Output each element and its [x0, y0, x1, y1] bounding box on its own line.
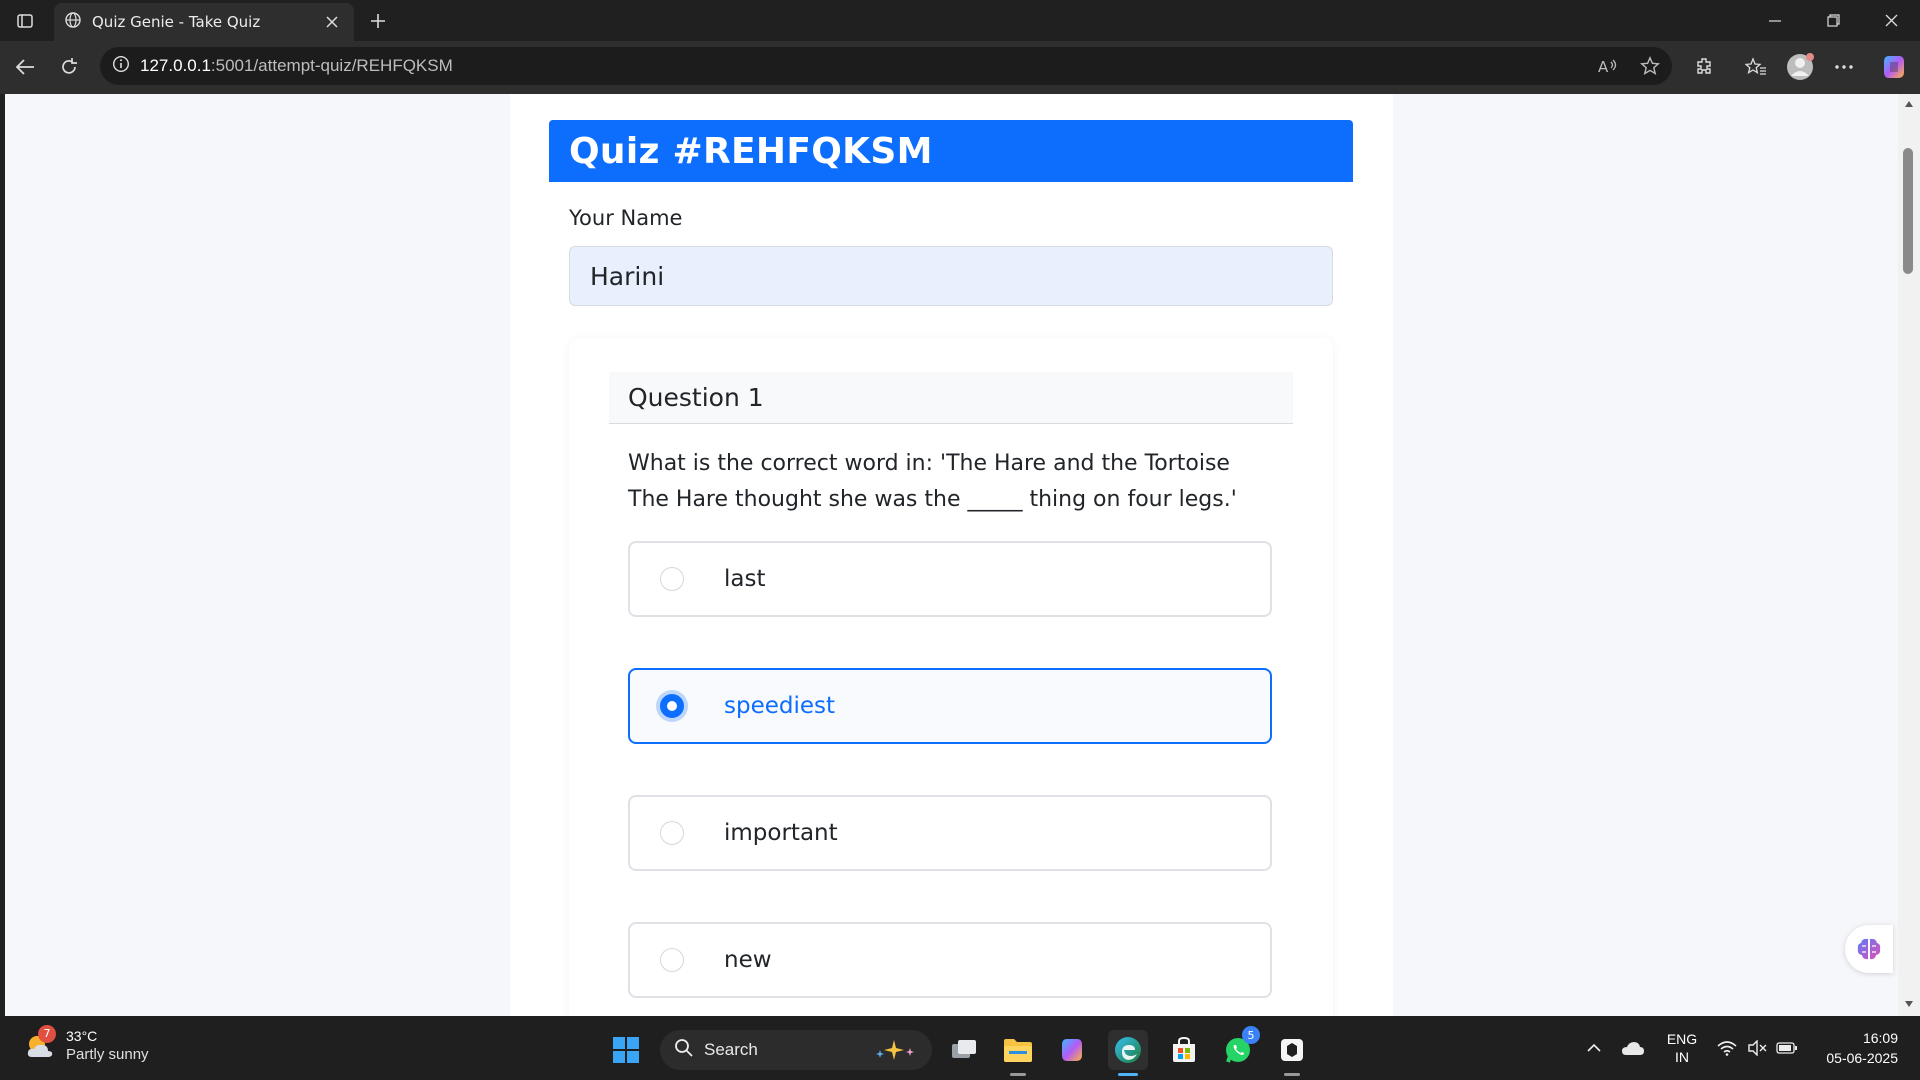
whatsapp-badge: 5 [1242, 1026, 1260, 1044]
option-new[interactable]: new [628, 922, 1272, 998]
region-code: IN [1675, 1049, 1689, 1065]
new-tab-button[interactable] [362, 6, 394, 36]
browser-tab-bar: Quiz Genie - Take Quiz [0, 0, 1920, 41]
brain-assistant-icon[interactable] [1845, 925, 1893, 973]
weather-badge: 7 [38, 1024, 56, 1043]
url-text: 127.0.0.1:5001/attempt-quiz/REHFQKSM [140, 56, 453, 75]
speaker-muted-icon[interactable] [1744, 1016, 1770, 1080]
site-info-icon[interactable] [112, 55, 130, 77]
browser-tab-active[interactable]: Quiz Genie - Take Quiz [54, 3, 354, 41]
microsoft-store-icon[interactable] [1164, 1030, 1204, 1070]
running-indicator [1010, 1073, 1026, 1076]
restore-icon[interactable] [1804, 0, 1862, 41]
globe-icon [64, 11, 82, 33]
windows-taskbar: 7 33°C Partly sunny Search 5 ENG IN 16:0… [0, 1016, 1920, 1080]
radio-dot [667, 701, 677, 711]
radio-button[interactable] [660, 821, 684, 845]
language-code: ENG [1666, 1031, 1698, 1047]
file-explorer-icon[interactable] [998, 1030, 1038, 1076]
app-cube-icon[interactable] [1272, 1030, 1312, 1076]
language-indicator[interactable]: ENG IN [1664, 1016, 1700, 1080]
whatsapp-icon[interactable]: 5 [1218, 1026, 1260, 1070]
copilot-app-icon[interactable] [1052, 1030, 1092, 1070]
radio-button-checked[interactable] [660, 694, 684, 718]
question-text: What is the correct word in: 'The Hare a… [628, 451, 1237, 512]
copilot-icon[interactable] [1878, 51, 1910, 83]
scroll-up-arrow-icon[interactable] [1903, 98, 1915, 110]
option-label: speediest [724, 693, 836, 719]
partly-sunny-icon: 7 [24, 1024, 58, 1063]
wifi-icon[interactable] [1714, 1016, 1740, 1080]
read-aloud-icon[interactable]: A [1594, 53, 1622, 79]
question-card: Question 1 What is the correct word in: … [569, 338, 1333, 1016]
browser-toolbar: 127.0.0.1:5001/attempt-quiz/REHFQKSM A [0, 41, 1920, 94]
favorite-star-icon[interactable] [1636, 53, 1664, 79]
task-view-icon[interactable] [944, 1030, 984, 1070]
scroll-down-arrow-icon[interactable] [1903, 998, 1915, 1010]
option-last[interactable]: last [628, 541, 1272, 617]
reload-icon[interactable] [50, 49, 88, 85]
battery-icon[interactable] [1774, 1016, 1800, 1080]
quiz-header: Quiz #REHFQKSM [549, 120, 1353, 182]
more-options-icon[interactable] [1828, 51, 1860, 83]
profile-avatar-icon[interactable] [1784, 51, 1816, 83]
option-important[interactable]: important [628, 795, 1272, 871]
sparkle-icon [874, 1038, 918, 1066]
windows-start-icon[interactable] [606, 1030, 646, 1070]
address-bar[interactable]: 127.0.0.1:5001/attempt-quiz/REHFQKSM A [100, 47, 1672, 85]
active-indicator [1118, 1073, 1138, 1076]
option-label: new [724, 947, 772, 973]
back-arrow-icon[interactable] [6, 49, 44, 85]
scrollbar-thumb[interactable] [1903, 148, 1913, 274]
radio-button[interactable] [660, 567, 684, 591]
chevron-up-icon[interactable] [1582, 1016, 1606, 1080]
onedrive-cloud-icon[interactable] [1618, 1016, 1648, 1080]
quiz-container: Quiz #REHFQKSM Your Name Question 1 What… [510, 94, 1393, 1016]
tab-actions-icon[interactable] [8, 6, 42, 36]
minimize-icon[interactable] [1746, 0, 1804, 41]
radio-button[interactable] [660, 948, 684, 972]
option-label: last [724, 566, 766, 592]
name-input[interactable] [569, 246, 1333, 306]
svg-text:A: A [1598, 58, 1609, 75]
window-close-icon[interactable] [1862, 0, 1920, 41]
taskbar-search-box[interactable]: Search [660, 1030, 932, 1070]
close-icon[interactable] [320, 10, 344, 34]
tab-title: Quiz Genie - Take Quiz [92, 13, 261, 31]
clock-time: 16:09 [1862, 1030, 1898, 1046]
search-label: Search [704, 1040, 758, 1059]
page-scrollbar[interactable] [1898, 94, 1920, 1016]
clock-date: 05-06-2025 [1826, 1050, 1898, 1066]
name-label: Your Name [569, 206, 683, 230]
option-label: important [724, 820, 838, 846]
edge-browser-icon[interactable] [1108, 1030, 1148, 1076]
weather-description: Partly sunny [66, 1046, 149, 1063]
running-indicator [1284, 1073, 1300, 1076]
clock-widget[interactable]: 16:09 05-06-2025 [1810, 1016, 1898, 1080]
weather-temperature: 33°C [66, 1028, 98, 1044]
question-header: Question 1 [609, 372, 1293, 424]
quiz-title: Quiz #REHFQKSM [569, 130, 933, 172]
question-number: Question 1 [628, 383, 764, 412]
option-speediest[interactable]: speediest [628, 668, 1272, 744]
page-viewport: Quiz #REHFQKSM Your Name Question 1 What… [5, 94, 1898, 1016]
extensions-icon[interactable] [1688, 51, 1720, 83]
search-icon [674, 1038, 694, 1062]
weather-widget[interactable]: 7 33°C Partly sunny [24, 1024, 149, 1063]
favorites-icon[interactable] [1740, 51, 1772, 83]
